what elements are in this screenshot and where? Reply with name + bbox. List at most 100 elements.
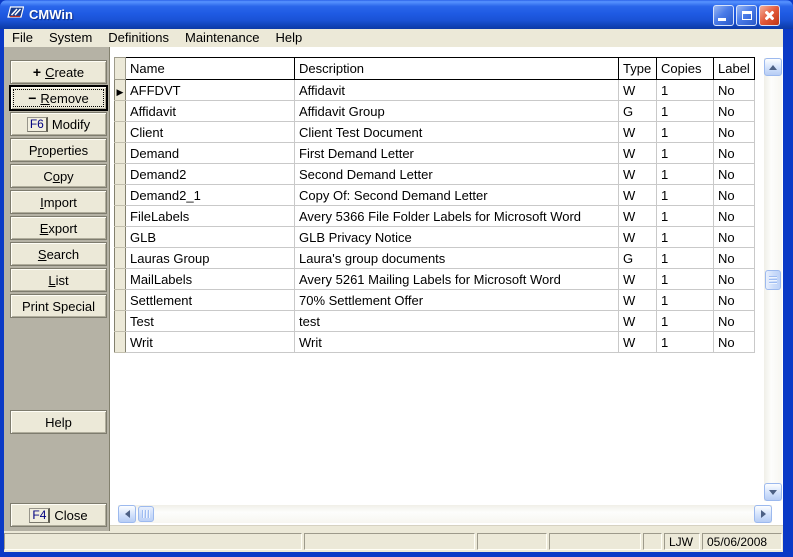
cell-name: AFFDVT [126,80,295,101]
row-indicator [115,122,126,143]
cell-copies: 1 [657,80,714,101]
cell-description: GLB Privacy Notice [295,227,619,248]
menu-item-maintenance[interactable]: Maintenance [177,29,267,47]
cell-description: test [295,311,619,332]
cell-label: No [714,248,755,269]
table-row[interactable]: ClientClient Test DocumentW1No [115,122,755,143]
cell-type: W [619,290,657,311]
print-special-button[interactable]: Print Special [10,294,107,318]
scroll-up-button[interactable] [764,58,782,76]
button-label: Print Special [22,299,95,314]
table-row[interactable]: AffidavitAffidavit GroupG1No [115,101,755,122]
cell-description: Second Demand Letter [295,164,619,185]
scroll-right-button[interactable] [754,505,772,523]
search-button[interactable]: Search [10,242,107,266]
keycap-f6: F6 [27,117,48,132]
cell-copies: 1 [657,164,714,185]
menu-item-help[interactable]: Help [267,29,310,47]
table-row[interactable]: Settlement70% Settlement OfferW1No [115,290,755,311]
export-button[interactable]: Export [10,216,107,240]
cell-description: Client Test Document [295,122,619,143]
button-label: Search [38,247,79,262]
table-row[interactable]: MailLabelsAvery 5261 Mailing Labels for … [115,269,755,290]
thumb-grip-icon [142,510,151,518]
keycap-f4: F4 [29,508,50,523]
column-header-name[interactable]: Name [126,58,295,80]
cell-type: G [619,101,657,122]
window-controls [713,5,780,26]
titlebar[interactable]: CMWin [0,0,793,29]
modify-button[interactable]: F6Modify [10,112,107,136]
button-label: Export [40,221,78,236]
window-title: CMWin [29,7,73,22]
cell-label: No [714,185,755,206]
table-row[interactable]: DemandFirst Demand LetterW1No [115,143,755,164]
table-row[interactable]: Lauras GroupLaura's group documentsG1No [115,248,755,269]
cell-type: W [619,80,657,101]
help-button[interactable]: Help [10,410,107,434]
table-row[interactable]: Demand2_1Copy Of: Second Demand LetterW1… [115,185,755,206]
cell-type: W [619,206,657,227]
table-row[interactable]: FileLabelsAvery 5366 File Folder Labels … [115,206,755,227]
cell-description: Avery 5366 File Folder Labels for Micros… [295,206,619,227]
scroll-left-button[interactable] [118,505,136,523]
horizontal-scrollbar[interactable] [118,505,772,523]
status-date: 05/06/2008 [702,533,782,550]
column-header-label[interactable]: Label [714,58,755,80]
button-label: Create [45,65,84,80]
import-button[interactable]: Import [10,190,107,214]
cell-type: W [619,122,657,143]
table-row[interactable]: WritWritW1No [115,332,755,353]
app-window: CMWin FileSystemDefinitionsMaintenanceHe… [0,0,793,557]
row-indicator [115,269,126,290]
menu-item-system[interactable]: System [41,29,100,47]
cell-type: W [619,185,657,206]
row-indicator [115,332,126,353]
menu-item-definitions[interactable]: Definitions [100,29,177,47]
row-indicator [115,227,126,248]
column-header-description[interactable]: Description [295,58,619,80]
close-button[interactable]: F4 Close [10,503,107,527]
cell-name: GLB [126,227,295,248]
scroll-down-button[interactable] [764,483,782,501]
cell-copies: 1 [657,248,714,269]
table-row[interactable]: GLBGLB Privacy NoticeW1No [115,227,755,248]
table-row[interactable]: ▶AFFDVTAffidavitW1No [115,80,755,101]
remove-button[interactable]: −Remove [10,86,107,110]
column-header-copies[interactable]: Copies [657,58,714,80]
row-indicator [115,101,126,122]
status-message [4,533,302,550]
list-button[interactable]: List [10,268,107,292]
cell-description: 70% Settlement Offer [295,290,619,311]
plus-icon: + [33,65,41,79]
cell-description: Avery 5261 Mailing Labels for Microsoft … [295,269,619,290]
properties-button[interactable]: Properties [10,138,107,162]
button-label: Help [45,415,72,430]
cell-name: Client [126,122,295,143]
cell-label: No [714,311,755,332]
close-window-button[interactable] [759,5,780,26]
copy-button[interactable]: Copy [10,164,107,188]
status-cell-5 [643,533,662,550]
vertical-scroll-thumb[interactable] [765,270,781,290]
cell-name: Demand2_1 [126,185,295,206]
cell-label: No [714,122,755,143]
table-row[interactable]: Demand2Second Demand LetterW1No [115,164,755,185]
row-indicator [115,164,126,185]
cell-description: First Demand Letter [295,143,619,164]
cell-label: No [714,101,755,122]
column-header-type[interactable]: Type [619,58,657,80]
minimize-button[interactable] [713,5,734,26]
status-cell-4 [549,533,641,550]
create-button[interactable]: + Create [10,60,107,84]
cell-copies: 1 [657,227,714,248]
table-row[interactable]: TesttestW1No [115,311,755,332]
cell-label: No [714,269,755,290]
cell-name: FileLabels [126,206,295,227]
vertical-scrollbar[interactable] [764,58,782,501]
menu-item-file[interactable]: File [4,29,41,47]
maximize-button[interactable] [736,5,757,26]
cell-type: W [619,143,657,164]
chevron-left-icon [125,510,130,518]
horizontal-scroll-thumb[interactable] [138,506,154,522]
